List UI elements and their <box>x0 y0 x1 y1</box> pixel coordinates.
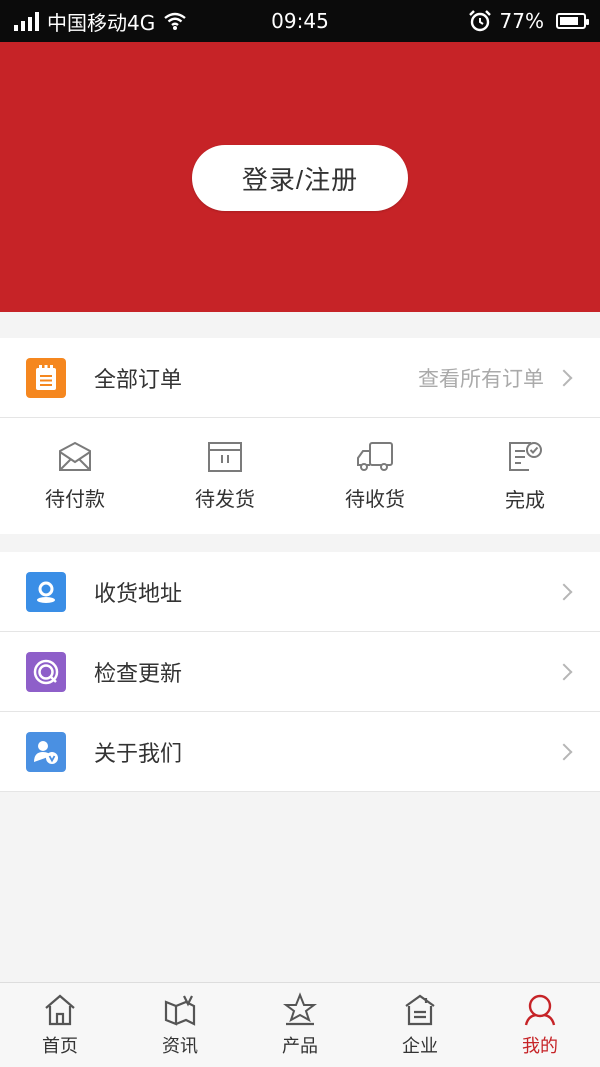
status-completed[interactable]: 完成 <box>450 418 600 534</box>
status-left: 中国移动4G <box>14 7 187 36</box>
settings-menu: 收货地址 检查更新 关于我们 <box>0 552 600 792</box>
status-right: 77% <box>468 9 589 33</box>
news-icon <box>164 995 196 1026</box>
tab-home[interactable]: 首页 <box>0 983 120 1067</box>
menu-item-label: 检查更新 <box>94 661 183 687</box>
tab-news[interactable]: 资讯 <box>120 983 240 1067</box>
bottom-tab-bar: 首页 资讯 产品 企业 我的 <box>0 982 600 1067</box>
status-bar: 中国移动4G 09:45 77% <box>0 0 600 42</box>
status-pending-shipment[interactable]: 待发货 <box>150 418 300 534</box>
all-orders-row[interactable]: 全部订单 查看所有订单 <box>0 338 600 418</box>
tab-label: 企业 <box>402 1036 438 1057</box>
status-label: 待付款 <box>45 486 105 511</box>
menu-item-check-update[interactable]: 检查更新 <box>0 632 600 712</box>
checked-doc-icon <box>509 441 542 471</box>
tab-products[interactable]: 产品 <box>240 983 360 1067</box>
alarm-icon <box>468 10 491 32</box>
home-icon <box>45 994 75 1026</box>
menu-item-about-us[interactable]: 关于我们 <box>0 712 600 792</box>
chevron-right-icon <box>555 583 573 600</box>
wifi-icon <box>164 12 186 30</box>
status-label: 完成 <box>505 487 545 512</box>
tab-label: 我的 <box>522 1036 558 1057</box>
profile-icon <box>524 994 556 1026</box>
all-orders-label: 全部订单 <box>94 367 183 393</box>
menu-item-label: 收货地址 <box>94 581 183 607</box>
carrier-text: 中国移动4G <box>47 10 156 35</box>
battery-icon <box>556 13 589 29</box>
location-icon <box>26 571 66 612</box>
box-icon <box>208 441 242 472</box>
tab-label: 资讯 <box>162 1036 198 1057</box>
refresh-icon <box>26 651 66 692</box>
tab-enterprise[interactable]: 企业 <box>360 983 480 1067</box>
building-icon <box>405 994 435 1026</box>
status-label: 待收货 <box>345 486 405 511</box>
tab-mine[interactable]: 我的 <box>480 983 600 1067</box>
chevron-right-icon <box>555 743 573 760</box>
star-icon <box>283 992 317 1026</box>
tab-label: 首页 <box>42 1036 78 1057</box>
status-label: 待发货 <box>195 486 255 511</box>
battery-text: 77% <box>499 9 544 33</box>
login-register-button[interactable]: 登录/注册 <box>192 145 408 211</box>
status-pending-payment[interactable]: 待付款 <box>0 418 150 534</box>
orders-section: 全部订单 查看所有订单 待付款 待发货 待收货 完成 <box>0 338 600 534</box>
status-pending-receipt[interactable]: 待收货 <box>300 418 450 534</box>
truck-icon <box>357 441 393 471</box>
tab-label: 产品 <box>282 1036 318 1057</box>
menu-item-label: 关于我们 <box>94 741 183 767</box>
envelope-icon <box>59 441 91 471</box>
chevron-right-icon <box>555 369 573 386</box>
user-icon <box>26 731 66 772</box>
menu-item-address[interactable]: 收货地址 <box>0 552 600 632</box>
view-all-orders-link[interactable]: 查看所有订单 <box>418 363 544 393</box>
order-list-icon <box>26 357 66 398</box>
profile-header: 登录/注册 <box>0 42 600 312</box>
chevron-right-icon <box>555 663 573 680</box>
signal-icon <box>14 11 39 31</box>
order-status-grid: 待付款 待发货 待收货 完成 <box>0 418 600 534</box>
